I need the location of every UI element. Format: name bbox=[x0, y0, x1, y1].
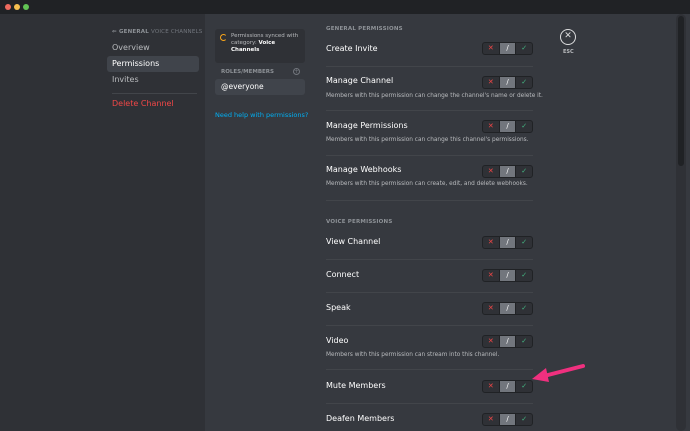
permission-divider bbox=[326, 369, 533, 370]
settings-sidebar: ⇐ GENERAL VOICE CHANNELS Overview Permiss… bbox=[0, 14, 205, 431]
allow-icon[interactable]: ✓ bbox=[515, 166, 532, 177]
delete-channel-button[interactable]: Delete Channel bbox=[107, 96, 199, 112]
permission-description: Members with this permission can create,… bbox=[326, 181, 528, 187]
permission-name: Speak bbox=[326, 303, 351, 312]
permission-description: Members with this permission can stream … bbox=[326, 352, 500, 358]
allow-icon[interactable]: ✓ bbox=[515, 336, 532, 347]
deny-icon[interactable]: ✕ bbox=[483, 336, 500, 347]
scroll-thumb[interactable] bbox=[678, 16, 684, 166]
voice-permissions-header: VOICE PERMISSIONS bbox=[326, 219, 393, 225]
sidebar-divider bbox=[112, 93, 197, 94]
roles-panel: Permissions synced with category: Voice … bbox=[205, 14, 313, 431]
allow-icon[interactable]: ✓ bbox=[515, 237, 532, 248]
permission-toggle-speak: ✕ / ✓ bbox=[482, 302, 533, 315]
sidebar-header-sub: VOICE CHANNELS bbox=[150, 29, 203, 35]
permission-name: Manage Channel bbox=[326, 76, 394, 85]
sidebar-item-permissions[interactable]: Permissions bbox=[107, 56, 199, 72]
sync-notice: Permissions synced with category: Voice … bbox=[215, 29, 305, 63]
neutral-icon[interactable]: / bbox=[499, 303, 516, 314]
pink-arrow-annotation bbox=[532, 364, 585, 382]
neutral-icon[interactable]: / bbox=[499, 414, 516, 425]
deny-icon[interactable]: ✕ bbox=[483, 270, 500, 281]
allow-icon[interactable]: ✓ bbox=[515, 121, 532, 132]
permission-name: Deafen Members bbox=[326, 414, 395, 423]
neutral-icon[interactable]: / bbox=[499, 77, 516, 88]
sidebar-item-invites[interactable]: Invites bbox=[107, 72, 199, 88]
permission-toggle-video: ✕ / ✓ bbox=[482, 335, 533, 348]
permission-divider bbox=[326, 292, 533, 293]
deny-icon[interactable]: ✕ bbox=[483, 121, 500, 132]
maximize-window-button[interactable] bbox=[23, 4, 29, 10]
minimize-window-button[interactable] bbox=[14, 4, 20, 10]
allow-icon[interactable]: ✓ bbox=[515, 303, 532, 314]
back-arrow-icon: ⇐ bbox=[112, 29, 119, 35]
deny-icon[interactable]: ✕ bbox=[483, 237, 500, 248]
neutral-icon[interactable]: / bbox=[499, 336, 516, 347]
permission-toggle-manage-permissions: ✕ / ✓ bbox=[482, 120, 533, 133]
deny-icon[interactable]: ✕ bbox=[483, 43, 500, 54]
permission-name: Manage Webhooks bbox=[326, 165, 402, 174]
permission-divider bbox=[326, 259, 533, 260]
permission-toggle-deafen-members: ✕ / ✓ bbox=[482, 413, 533, 426]
permission-toggle-manage-channel: ✕ / ✓ bbox=[482, 76, 533, 89]
neutral-icon[interactable]: / bbox=[499, 270, 516, 281]
neutral-icon[interactable]: / bbox=[499, 381, 516, 392]
permission-divider bbox=[326, 200, 533, 201]
title-bar bbox=[0, 0, 690, 14]
roles-header: ROLES/MEMBERS bbox=[221, 69, 274, 75]
close-settings-button[interactable]: ✕ bbox=[560, 29, 576, 45]
permission-description: Members with this permission can change … bbox=[326, 93, 543, 99]
permission-name: Connect bbox=[326, 270, 360, 279]
permission-divider bbox=[326, 66, 533, 67]
allow-icon[interactable]: ✓ bbox=[515, 43, 532, 54]
help-permissions-link[interactable]: Need help with permissions? bbox=[215, 111, 308, 119]
permission-toggle-mute-members: ✕ / ✓ bbox=[482, 380, 533, 393]
esc-label: ESC bbox=[563, 49, 574, 55]
permission-name: Mute Members bbox=[326, 381, 386, 390]
add-role-icon[interactable]: + bbox=[293, 68, 300, 75]
neutral-icon[interactable]: / bbox=[499, 43, 516, 54]
scrollbar[interactable] bbox=[676, 14, 686, 431]
sidebar-item-overview[interactable]: Overview bbox=[107, 40, 199, 56]
neutral-icon[interactable]: / bbox=[499, 121, 516, 132]
allow-icon[interactable]: ✓ bbox=[515, 414, 532, 425]
permission-divider bbox=[326, 403, 533, 404]
permission-toggle-create-invite: ✕ / ✓ bbox=[482, 42, 533, 55]
neutral-icon[interactable]: / bbox=[499, 237, 516, 248]
sidebar-header: ⇐ GENERAL VOICE CHANNELS bbox=[112, 29, 203, 35]
permission-name: Create Invite bbox=[326, 44, 378, 53]
general-permissions-header: GENERAL PERMISSIONS bbox=[326, 26, 403, 32]
permission-name: Video bbox=[326, 336, 349, 345]
permission-divider bbox=[326, 325, 533, 326]
permission-description: Members with this permission can change … bbox=[326, 137, 529, 143]
permission-toggle-view-channel: ✕ / ✓ bbox=[482, 236, 533, 249]
permissions-content: GENERAL PERMISSIONS Create Invite ✕ / ✓ … bbox=[313, 14, 690, 431]
permission-divider bbox=[326, 155, 533, 156]
role-item-everyone[interactable]: @everyone bbox=[215, 79, 305, 95]
permission-divider bbox=[326, 110, 533, 111]
permission-name: Manage Permissions bbox=[326, 121, 408, 130]
deny-icon[interactable]: ✕ bbox=[483, 381, 500, 392]
deny-icon[interactable]: ✕ bbox=[483, 414, 500, 425]
deny-icon[interactable]: ✕ bbox=[483, 166, 500, 177]
permission-toggle-connect: ✕ / ✓ bbox=[482, 269, 533, 282]
permission-toggle-manage-webhooks: ✕ / ✓ bbox=[482, 165, 533, 178]
close-window-button[interactable] bbox=[5, 4, 11, 10]
neutral-icon[interactable]: / bbox=[499, 166, 516, 177]
deny-icon[interactable]: ✕ bbox=[483, 77, 500, 88]
allow-icon[interactable]: ✓ bbox=[515, 270, 532, 281]
allow-icon[interactable]: ✓ bbox=[515, 77, 532, 88]
sync-icon bbox=[220, 34, 227, 41]
permission-name: View Channel bbox=[326, 237, 381, 246]
deny-icon[interactable]: ✕ bbox=[483, 303, 500, 314]
